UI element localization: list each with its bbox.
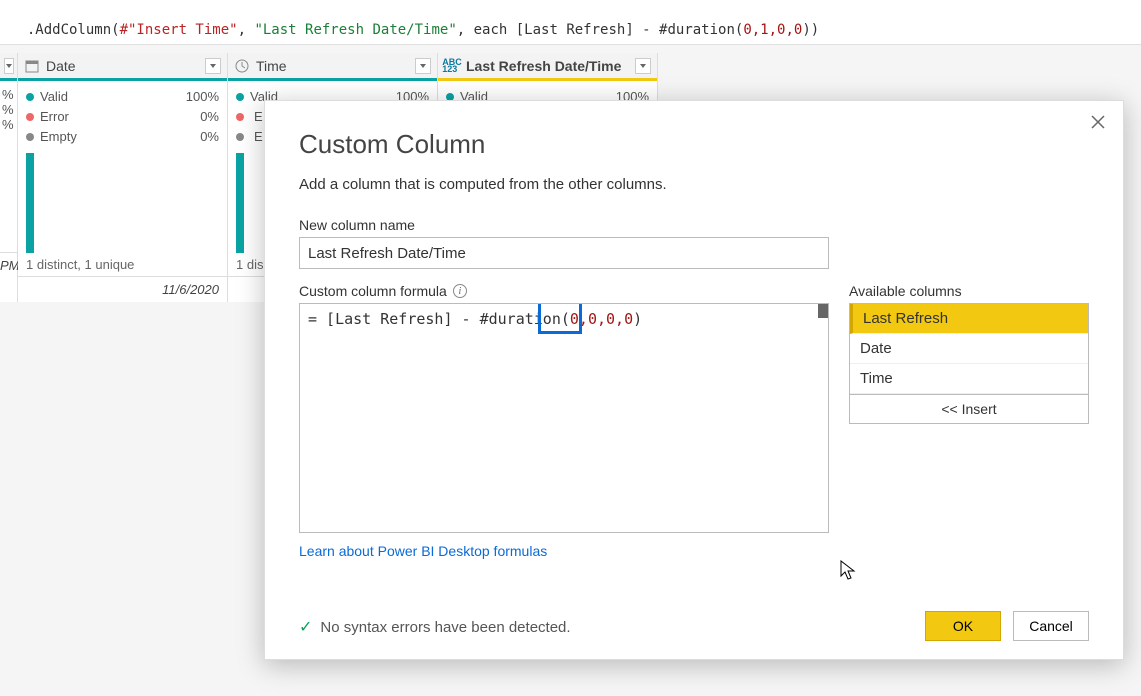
formula-editor[interactable]: = [Last Refresh] - #duration(0,0,0,0): [299, 303, 829, 533]
stat-error-pct: 0%: [200, 107, 219, 127]
column-label: Date: [46, 58, 199, 74]
column-stats: Valid 100% Error 0% Empty 0% 1 distinct, 1 …: [18, 81, 227, 276]
name-label: New column name: [299, 217, 1089, 233]
column-label: Last Refresh Date/Time: [466, 58, 629, 74]
learn-link[interactable]: Learn about Power BI Desktop formulas: [299, 543, 547, 559]
formula-prefix: .AddColumn(: [27, 22, 120, 38]
formula-text-prefix: = [Last Refresh] - #duration(: [308, 310, 570, 328]
valid-dot: [236, 93, 244, 101]
stub-row-value: PM: [0, 252, 17, 278]
ok-button[interactable]: OK: [925, 611, 1001, 641]
stat-partial: E: [250, 127, 263, 147]
syntax-status: ✓ No syntax errors have been detected.: [299, 617, 571, 637]
distribution-bar: [26, 153, 34, 253]
error-dot: [26, 113, 34, 121]
valid-dot: [26, 93, 34, 101]
stub-pct: %: [2, 117, 15, 132]
formula-each: , each [Last Refresh] - #duration(: [457, 22, 744, 38]
distinct-label: 1 distinct, 1 unique: [26, 257, 219, 276]
formula-arg1: #"Insert Time": [120, 22, 238, 38]
column-header-time[interactable]: Time: [228, 53, 437, 81]
column-header-last-refresh[interactable]: ABC123 Last Refresh Date/Time: [438, 53, 657, 81]
filter-dropdown[interactable]: [635, 58, 651, 74]
close-icon[interactable]: [1091, 115, 1107, 131]
available-columns-list: Last Refresh Date Time: [849, 303, 1089, 395]
dropdown-icon[interactable]: [4, 58, 14, 74]
stat-empty-label: Empty: [40, 127, 194, 147]
info-icon[interactable]: i: [453, 284, 467, 298]
formula-bar[interactable]: .AddColumn(#"Insert Time", "Last Refresh…: [0, 0, 1141, 45]
calendar-icon: [24, 58, 40, 74]
empty-dot: [26, 133, 34, 141]
column-label: Time: [256, 58, 409, 74]
stub-pct: %: [2, 102, 15, 117]
clock-icon: [234, 58, 250, 74]
formula-suffix: )): [802, 22, 819, 38]
stat-error-label: Error: [40, 107, 194, 127]
formula-text-suffix: ): [633, 310, 642, 328]
column-header-date[interactable]: Date: [18, 53, 227, 81]
formula-text-nums: 0,0,0,0: [570, 310, 633, 328]
available-column-item[interactable]: Last Refresh: [850, 304, 1088, 334]
scrollbar-thumb[interactable]: [818, 304, 828, 318]
dialog-subtitle: Add a column that is computed from the o…: [299, 176, 1089, 193]
cancel-button[interactable]: Cancel: [1013, 611, 1089, 641]
check-icon: ✓: [299, 617, 312, 637]
data-cell[interactable]: 11/6/2020: [18, 276, 227, 302]
distribution-bar: [236, 153, 244, 253]
status-text: No syntax errors have been detected.: [320, 619, 570, 636]
stat-valid-label: Valid: [40, 87, 180, 107]
empty-dot: [236, 133, 244, 141]
column-date: Date Valid 100% Error 0% Empty 0% 1 distinc…: [18, 53, 228, 302]
formula-label: Custom column formula i: [299, 283, 829, 299]
stub-pct: %: [2, 87, 15, 102]
error-dot: [236, 113, 244, 121]
formula-nums: 0,1,0,0: [743, 22, 802, 38]
column-name-input[interactable]: [299, 237, 829, 269]
insert-button[interactable]: << Insert: [849, 395, 1089, 424]
dialog-title: Custom Column: [299, 129, 1089, 160]
formula-arg2: "Last Refresh Date/Time": [254, 22, 456, 38]
available-columns-label: Available columns: [849, 283, 1089, 299]
available-column-item[interactable]: Date: [850, 334, 1088, 364]
stat-valid-pct: 100%: [186, 87, 219, 107]
abc123-icon: ABC123: [444, 58, 460, 74]
stat-partial: E: [250, 107, 263, 127]
custom-column-dialog: Custom Column Add a column that is compu…: [264, 100, 1124, 660]
stat-empty-pct: 0%: [200, 127, 219, 147]
filter-dropdown[interactable]: [415, 58, 431, 74]
available-column-item[interactable]: Time: [850, 364, 1088, 394]
filter-dropdown[interactable]: [205, 58, 221, 74]
